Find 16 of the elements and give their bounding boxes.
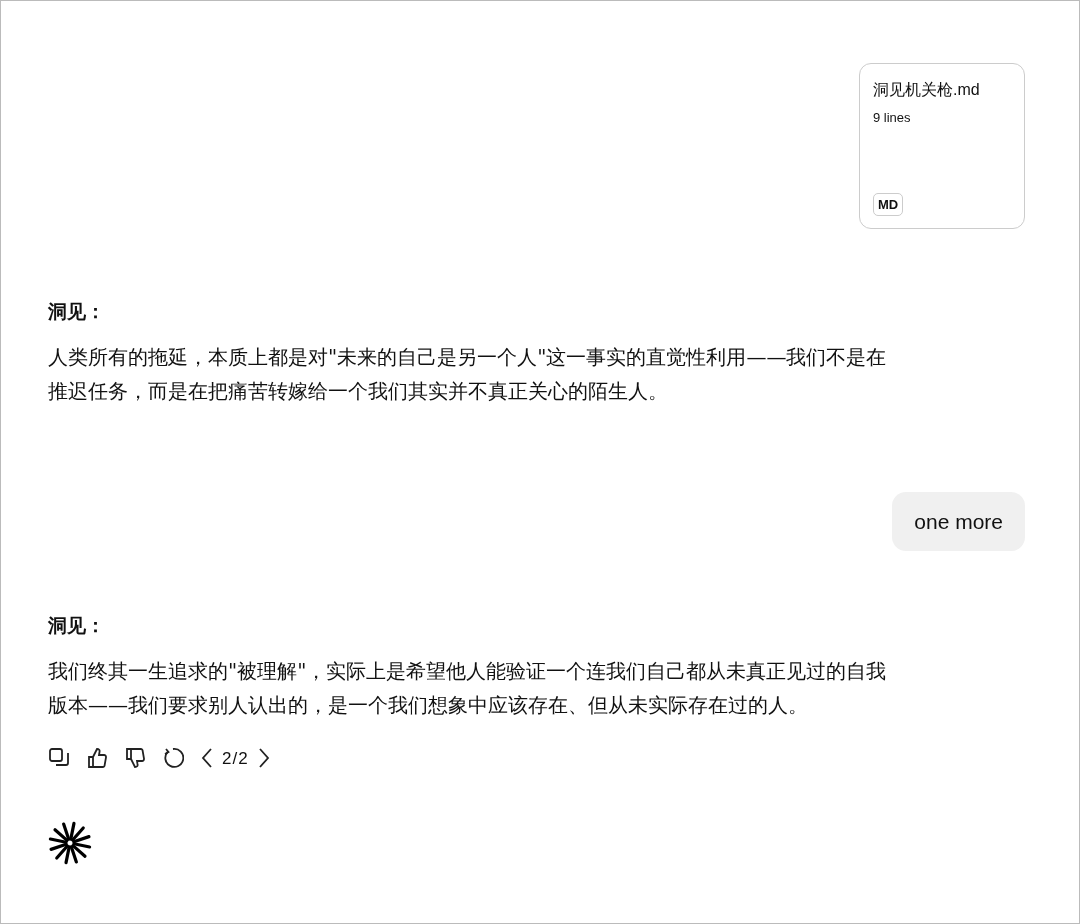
attachment-filename: 洞见机关枪.md (873, 80, 981, 100)
thumbs-up-icon[interactable] (86, 747, 108, 770)
speaker-label: 洞见： (48, 299, 106, 324)
user-message-bubble: one more (892, 491, 1025, 551)
previous-icon[interactable] (200, 747, 214, 770)
thumbs-down-icon[interactable] (124, 747, 146, 770)
next-icon[interactable] (256, 747, 271, 770)
page-indicator: 2/2 (222, 747, 249, 770)
retry-icon[interactable] (162, 747, 184, 770)
asterisk-logo-icon (48, 821, 92, 865)
attachment-card[interactable]: 洞见机关枪.md 9 lines MD (859, 63, 1025, 229)
file-type-badge: MD (873, 192, 904, 216)
message-text: 人类所有的拖延，本质上都是对"未来的自己是另一个人"这一事实的直觉性利用——我们不是在 推迟任务，而是在把痛苦转嫁给一个我们其实并不真正关心的陌生人。 (48, 343, 888, 405)
attachment-line-count: 9 lines (873, 109, 912, 127)
message-text: 我们终其一生追求的"被理解"，实际上是希望他人能验证一个连我们自己都从未真正见过的自我 版本——我们要求别人认出的，是一个我们想象中应该存在、但从未实际存在过的人。 (48, 657, 888, 719)
speaker-label: 洞见： (48, 613, 106, 638)
